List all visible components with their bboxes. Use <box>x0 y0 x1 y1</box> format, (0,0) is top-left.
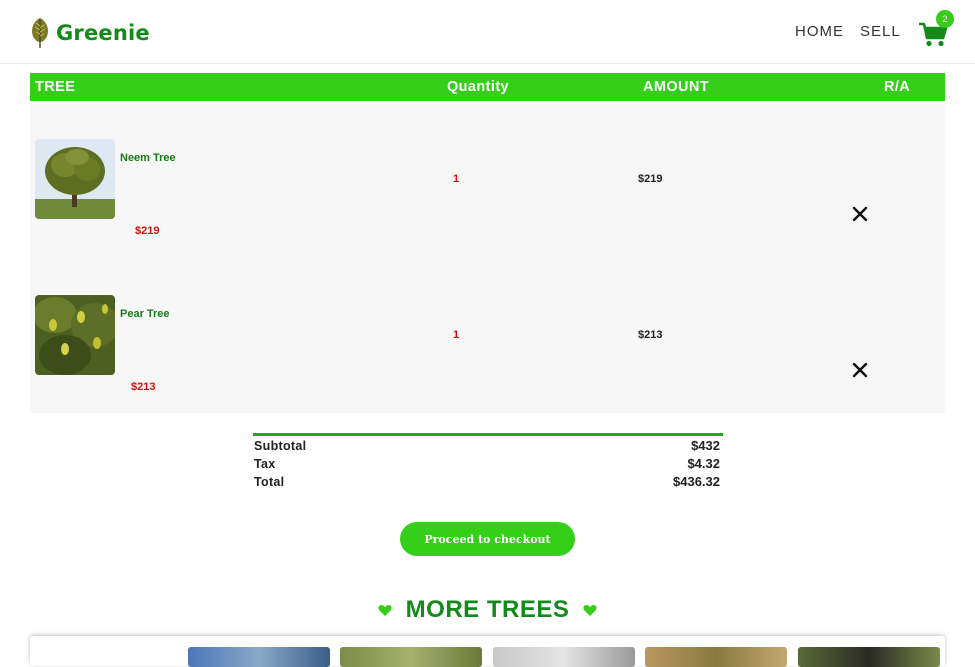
subtotal-value: $432 <box>691 438 720 453</box>
cart-table-header: TREE Quantity AMOUNT R/A <box>30 73 945 101</box>
more-trees-heading: MORE TREES <box>0 596 975 624</box>
table-row: Neem Tree $219 1 $219 <box>30 101 945 257</box>
item-name[interactable]: Pear Tree <box>120 308 170 320</box>
cart-count-badge: 2 <box>936 10 954 28</box>
brand-name: Greenie <box>56 21 150 45</box>
tax-label: Tax <box>254 457 276 471</box>
more-trees-carousel <box>30 636 945 667</box>
column-header-quantity: Quantity <box>447 79 510 95</box>
cart-table-body: Neem Tree $219 1 $219 Pear Tree $213 1 $… <box>30 101 945 413</box>
total-value: $436.32 <box>673 474 720 489</box>
item-quantity[interactable]: 1 <box>453 173 459 185</box>
item-amount: $213 <box>638 329 663 341</box>
tree-thumbnail[interactable] <box>340 647 482 667</box>
remove-item-close-icon[interactable] <box>851 361 869 379</box>
brand-logo[interactable]: Greenie <box>30 16 150 50</box>
item-price: $219 <box>135 225 160 237</box>
item-price: $213 <box>131 381 156 393</box>
tree-thumbnail[interactable] <box>798 647 940 667</box>
tax-value: $4.32 <box>687 456 720 471</box>
total-label: Total <box>254 475 285 489</box>
top-navbar: Greenie HOME SELL 2 <box>0 0 975 64</box>
subtotal-line: Subtotal $432 <box>253 436 723 454</box>
column-header-tree: TREE <box>35 79 76 95</box>
pear-tree-image[interactable] <box>35 295 115 375</box>
more-trees-title: MORE TREES <box>405 596 570 623</box>
proceed-to-checkout-button[interactable]: Proceed to checkout <box>400 522 575 556</box>
heart-icon <box>582 605 597 617</box>
table-row: Pear Tree $213 1 $213 <box>30 257 945 413</box>
order-summary: Subtotal $432 Tax $4.32 Total $436.32 <box>253 433 723 490</box>
remove-item-close-icon[interactable] <box>851 205 869 223</box>
tree-thumbnail[interactable] <box>493 647 635 667</box>
item-amount: $219 <box>638 173 663 185</box>
nav-home-link[interactable]: HOME <box>795 23 844 40</box>
tax-line: Tax $4.32 <box>253 454 723 472</box>
leaf-icon <box>32 18 48 48</box>
item-name[interactable]: Neem Tree <box>120 152 176 164</box>
item-quantity[interactable]: 1 <box>453 329 459 341</box>
tree-thumbnail[interactable] <box>645 647 787 667</box>
column-header-amount: AMOUNT <box>643 79 710 95</box>
nav-sell-link[interactable]: SELL <box>860 23 901 40</box>
tree-thumbnail[interactable] <box>188 647 330 667</box>
subtotal-label: Subtotal <box>254 439 307 453</box>
total-line: Total $436.32 <box>253 472 723 490</box>
heart-icon <box>378 605 393 617</box>
column-header-remove: R/A <box>884 79 911 95</box>
neem-tree-image[interactable] <box>35 139 115 219</box>
